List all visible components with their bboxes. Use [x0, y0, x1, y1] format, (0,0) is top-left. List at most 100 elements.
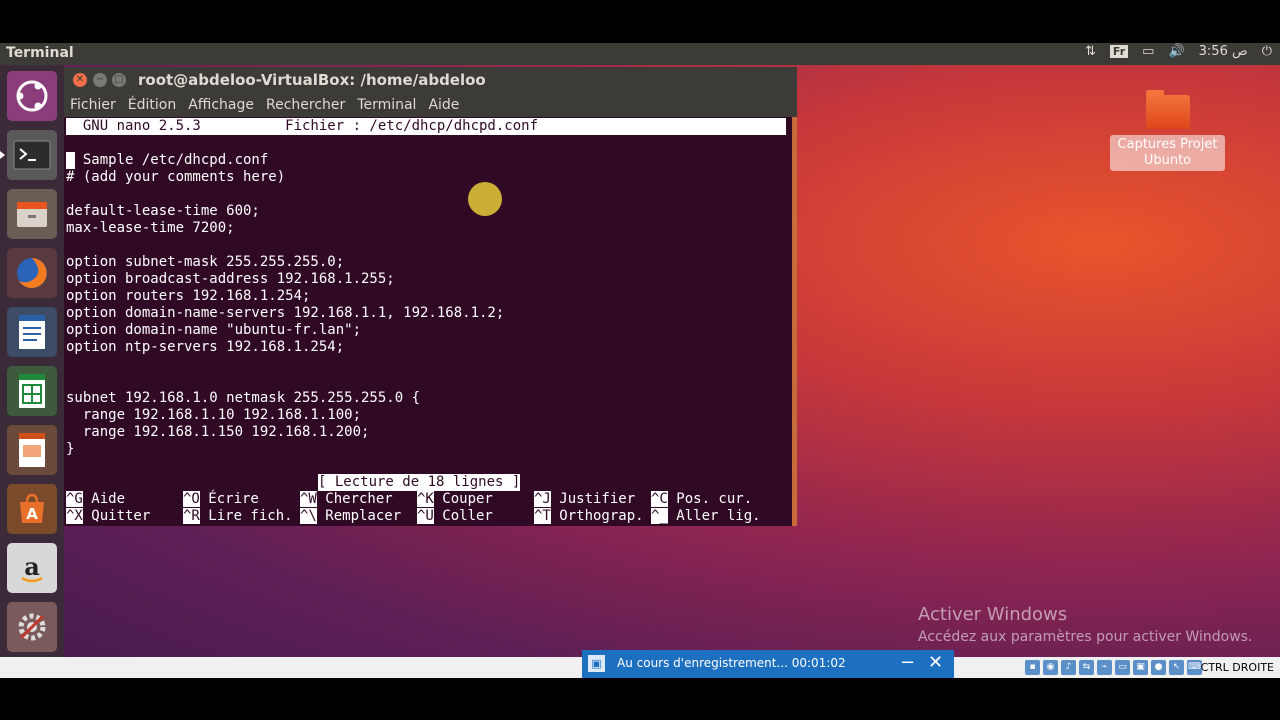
- shortcut-key: ^W: [300, 491, 317, 507]
- shortcut-label: Lire fich.: [199, 508, 293, 524]
- shortcut-key: ^G: [66, 491, 83, 507]
- virtualbox-device-icons: ▪ ◉ ♪ ⇆ ⌁ ▭ ▣ ● ↖ ⌨: [1025, 660, 1202, 675]
- terminal-launcher-icon[interactable]: [0, 130, 57, 180]
- amazon-launcher-icon[interactable]: a: [7, 543, 57, 593]
- volume-icon[interactable]: 🔊: [1168, 44, 1184, 59]
- window-title: root@abdeloo-VirtualBox: /home/abdeloo: [138, 71, 486, 89]
- shortcut-key: ^T: [534, 508, 551, 524]
- audio-icon[interactable]: ♪: [1061, 660, 1076, 675]
- power-icon[interactable]: ⏻: [1262, 44, 1272, 59]
- svg-text:A: A: [26, 505, 38, 523]
- shortcut-label: Couper: [433, 491, 493, 507]
- usb-icon[interactable]: ⌁: [1097, 660, 1112, 675]
- file-line: # (add your comments here): [66, 169, 286, 185]
- terminal-window: ✕ − □ root@abdeloo-VirtualBox: /home/abd…: [64, 67, 797, 526]
- menu-affichage[interactable]: Affichage: [182, 93, 260, 117]
- file-line: [66, 186, 504, 203]
- window-titlebar[interactable]: ✕ − □ root@abdeloo-VirtualBox: /home/abd…: [64, 67, 797, 93]
- file-line: }: [66, 441, 75, 457]
- shortcut-key: ^C: [651, 491, 668, 507]
- watermark-title: Activer Windows: [918, 604, 1068, 625]
- shortcut-item: ^T Orthograp.: [534, 508, 644, 525]
- network-icon[interactable]: ⇅: [1085, 44, 1096, 59]
- ubuntu-dash-icon[interactable]: [7, 71, 57, 121]
- impress-launcher-icon[interactable]: [7, 425, 57, 475]
- file-line: range 192.168.1.10 192.168.1.100;: [66, 407, 362, 423]
- shortcut-item: ^C Pos. cur.: [651, 491, 752, 508]
- writer-launcher-icon[interactable]: [7, 307, 57, 357]
- hdd-icon[interactable]: ▪: [1025, 660, 1040, 675]
- terminal-area[interactable]: GNU nano 2.5.3 Fichier : /etc/dhcp/dhcpd…: [64, 117, 792, 526]
- shortcut-label: Chercher: [316, 491, 393, 507]
- file-content[interactable]: # Sample /etc/dhcpd.conf # (add your comm…: [66, 152, 504, 458]
- menu-aide[interactable]: Aide: [422, 93, 465, 117]
- shortcut-label: Aller lig.: [667, 508, 761, 524]
- shortcut-item: ^U Coller: [417, 508, 493, 525]
- recording-panel: ▣ Au cours d'enregistrement... 00:01:02 …: [582, 650, 954, 678]
- file-line: [66, 237, 504, 254]
- menu-edition[interactable]: Édition: [122, 93, 182, 117]
- nano-header: GNU nano 2.5.3 Fichier : /etc/dhcp/dhcpd…: [66, 118, 786, 135]
- shortcut-key: ^O: [183, 491, 200, 507]
- watermark-subtitle: Accédez aux paramètres pour activer Wind…: [918, 629, 1253, 645]
- host-key-label: CTRL DROITE: [1200, 661, 1274, 674]
- window-maximize-button[interactable]: □: [112, 73, 126, 87]
- shortcut-item: ^X Quitter: [66, 508, 150, 525]
- activation-watermark: Activer Windows Accédez aux paramètres p…: [918, 604, 1252, 645]
- shortcut-key: ^_: [651, 508, 668, 524]
- letterbox-top: [0, 0, 1280, 43]
- shortcut-label: Remplacer: [316, 508, 402, 524]
- file-line: range 192.168.1.150 192.168.1.200;: [66, 424, 370, 440]
- file-line: max-lease-time 7200;: [66, 220, 235, 236]
- nano-shortcut-bar: ^G Aide ^O Écrire ^W Chercher ^K Couper ^J J…: [66, 491, 790, 525]
- file-line: [66, 356, 504, 373]
- shared-folder-icon[interactable]: ▭: [1115, 660, 1130, 675]
- shortcut-item: ^\ Remplacer: [300, 508, 401, 525]
- file-line: option subnet-mask 255.255.255.0;: [66, 254, 345, 270]
- files-launcher-icon[interactable]: [7, 189, 57, 239]
- recorder-icon: ▣: [588, 655, 605, 672]
- video-capture-icon[interactable]: ●: [1151, 660, 1166, 675]
- file-line: option ntp-servers 192.168.1.254;: [66, 339, 345, 355]
- software-center-icon[interactable]: A: [7, 484, 57, 534]
- window-minimize-button[interactable]: −: [93, 73, 107, 87]
- shortcut-key: ^U: [417, 508, 434, 524]
- shortcut-label: Quitter: [82, 508, 151, 524]
- display-icon[interactable]: ▣: [1133, 660, 1148, 675]
- launcher: A a: [0, 65, 64, 657]
- file-line: subnet 192.168.1.0 netmask 255.255.255.0…: [66, 390, 421, 406]
- terminal-scrollbar[interactable]: [792, 117, 797, 526]
- keyboard-layout-indicator[interactable]: Fr: [1109, 45, 1129, 58]
- battery-icon[interactable]: ▭: [1142, 44, 1154, 59]
- active-app-name: Terminal: [6, 45, 74, 61]
- terminal-menubar: Fichier Édition Affichage Rechercher Ter…: [64, 93, 797, 117]
- shortcut-label: Pos. cur.: [667, 491, 753, 507]
- recording-close-button[interactable]: ✕: [928, 652, 943, 673]
- shortcut-item: ^_ Aller lig.: [651, 508, 761, 525]
- top-panel: Terminal ⇅ Fr ▭ 🔊 3:56 ص ⏻: [0, 43, 1280, 65]
- optical-drive-icon[interactable]: ◉: [1043, 660, 1058, 675]
- clock[interactable]: 3:56 ص: [1199, 44, 1248, 59]
- svg-text:a: a: [24, 552, 40, 581]
- desktop-folder[interactable]: Captures Projet Ubunto: [1110, 90, 1225, 171]
- shortcut-item: ^J Justifier: [534, 491, 635, 508]
- shortcut-item: ^O Écrire: [183, 491, 259, 508]
- menu-fichier[interactable]: Fichier: [64, 93, 122, 117]
- shortcut-item: ^K Couper: [417, 491, 493, 508]
- calc-launcher-icon[interactable]: [7, 366, 57, 416]
- window-close-button[interactable]: ✕: [73, 73, 87, 87]
- firefox-launcher-icon[interactable]: [7, 248, 57, 298]
- mouse-integration-icon[interactable]: ↖: [1169, 660, 1184, 675]
- recording-minimize-button[interactable]: −: [900, 652, 915, 673]
- shortcut-key: ^R: [183, 508, 200, 524]
- shortcut-key: ^X: [66, 508, 83, 524]
- mouse-cursor-highlight: [468, 182, 502, 216]
- settings-launcher-icon[interactable]: [7, 602, 57, 652]
- menu-terminal[interactable]: Terminal: [351, 93, 422, 117]
- shortcut-key: ^J: [534, 491, 551, 507]
- shortcut-label: Justifier: [550, 491, 636, 507]
- network-adapter-icon[interactable]: ⇆: [1079, 660, 1094, 675]
- menu-rechercher[interactable]: Rechercher: [260, 93, 351, 117]
- file-line: # Sample /etc/dhcpd.conf: [66, 152, 269, 168]
- system-tray: ⇅ Fr ▭ 🔊 3:56 ص ⏻: [1085, 44, 1272, 59]
